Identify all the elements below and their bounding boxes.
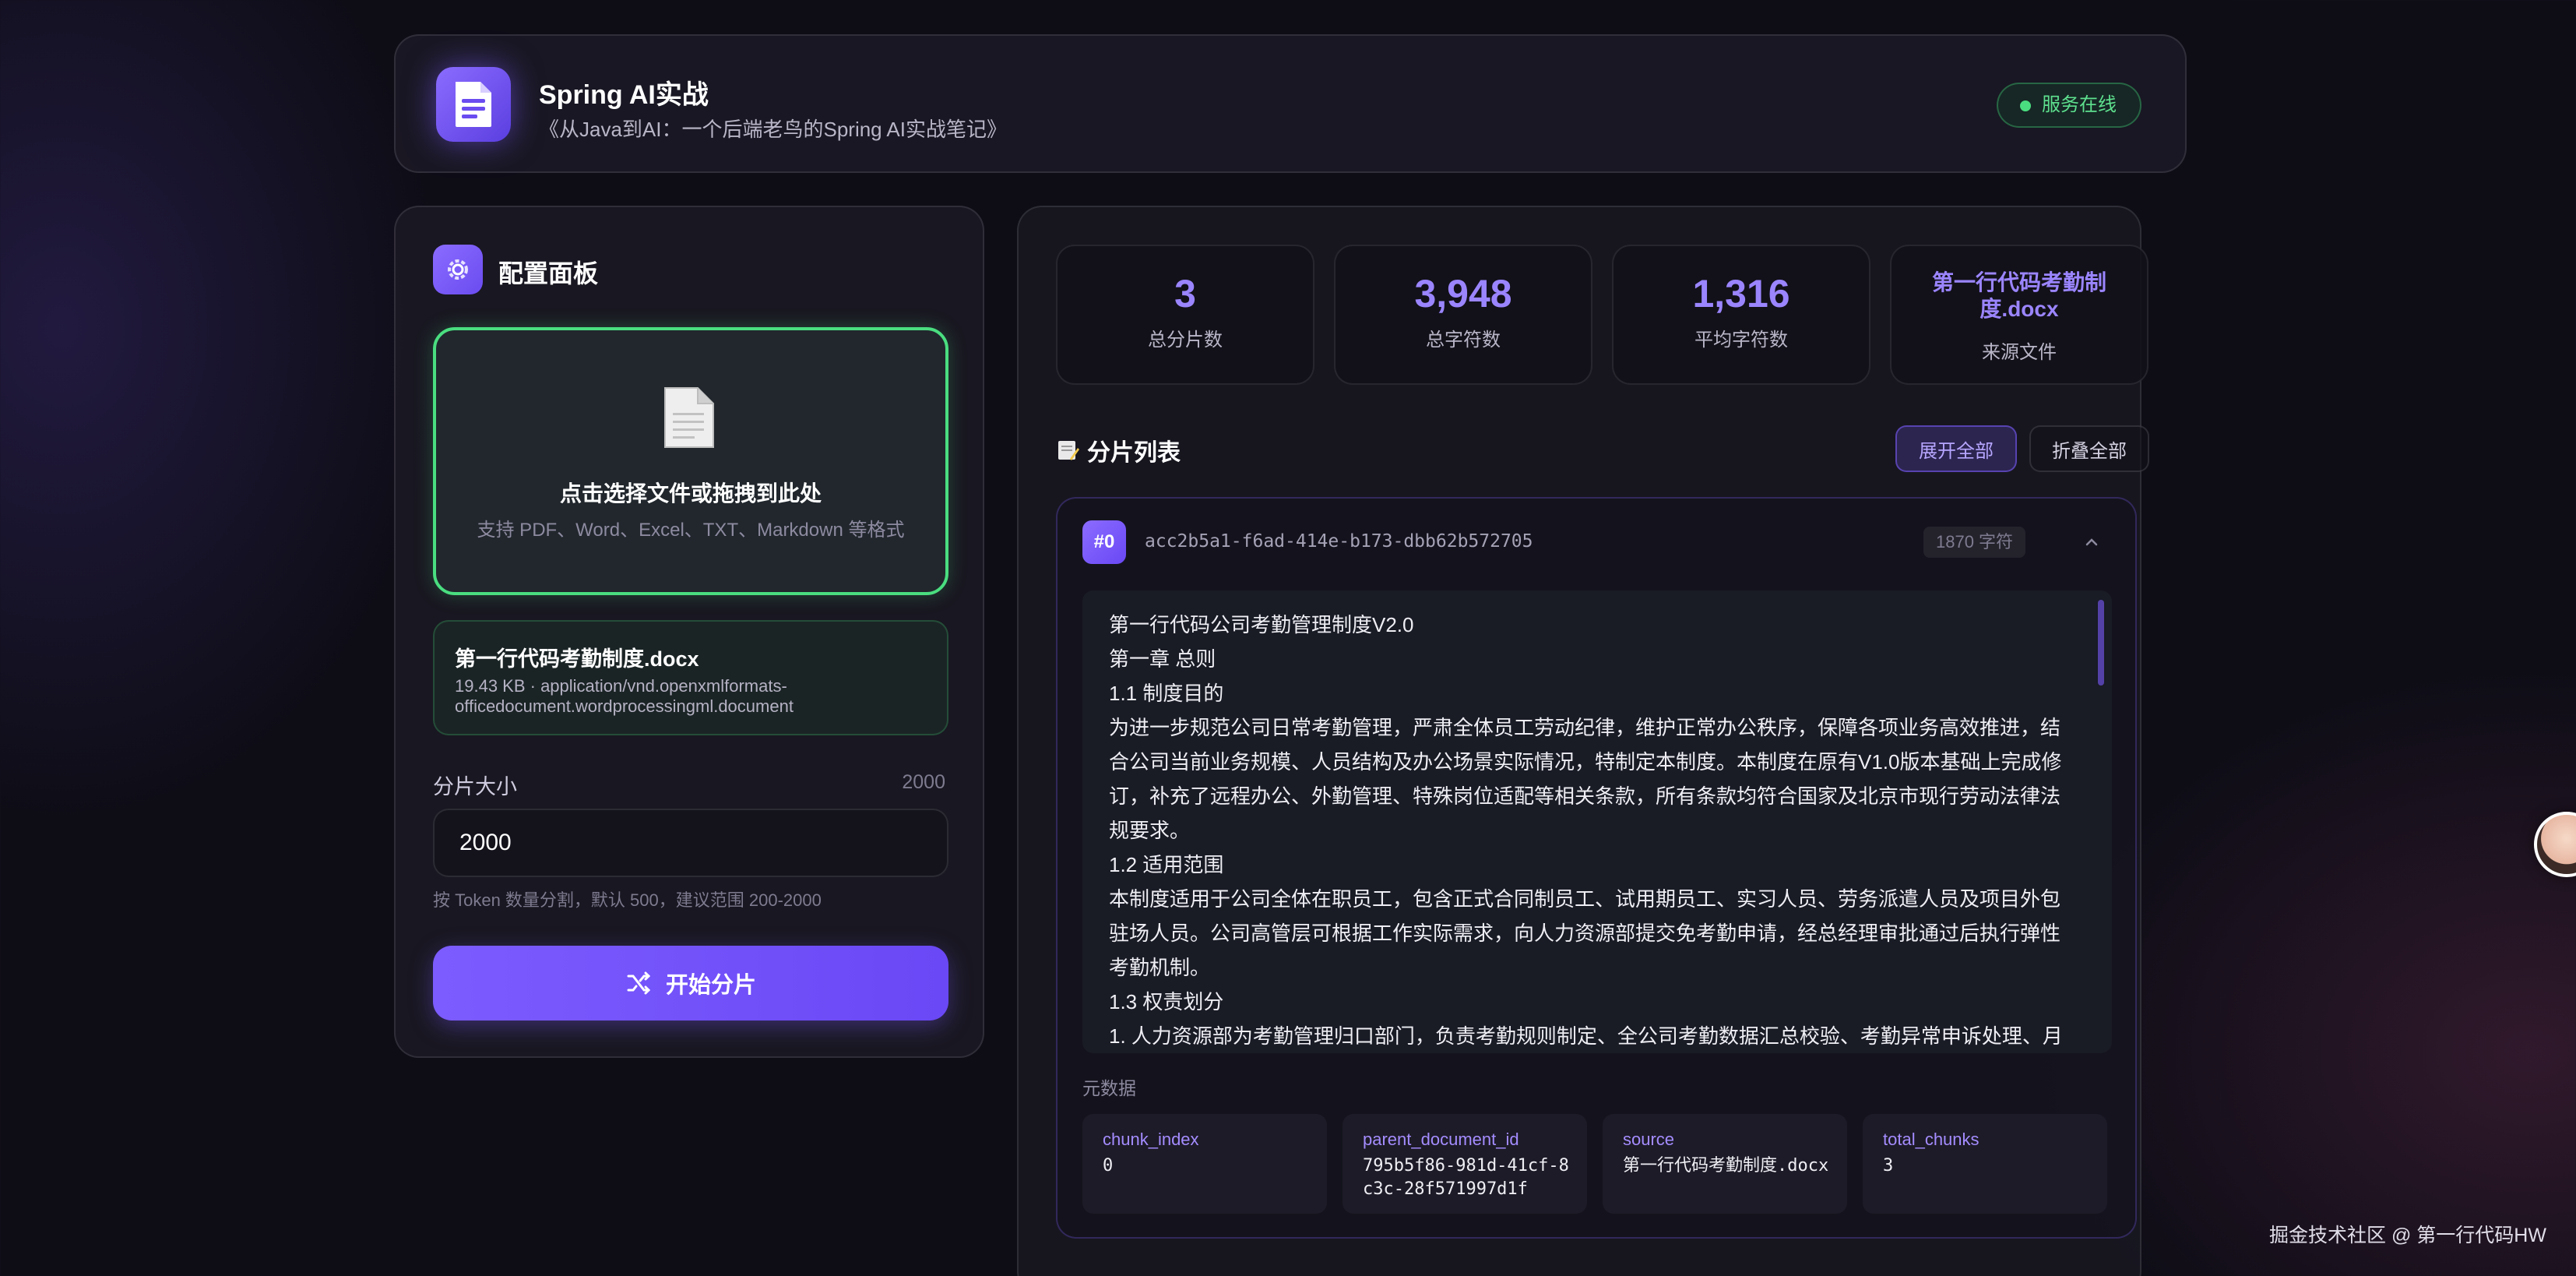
scrollbar-thumb[interactable] (2098, 600, 2104, 686)
stat-value: 3 (1174, 272, 1196, 315)
chunk-line: 订，补充了远程办公、外勤管理、特殊岗位适配等相关条款，所有条款均符合国家及北京市… (1109, 784, 2061, 808)
chunk-size-help: 按 Token 数量分割，默认 500，建议范围 200-2000 (433, 890, 822, 910)
app-header: Spring AI实战 《从Java到AI：一个后端老鸟的Spring AI实战… (394, 34, 2187, 173)
gear-icon (433, 245, 483, 294)
metadata-value: 3 (1883, 1156, 1894, 1176)
chunk-card: #0 acc2b5a1-f6ad-414e-b173-dbb62b572705 … (1056, 497, 2137, 1239)
stat-total-chars: 3,948 总字符数 (1334, 245, 1592, 385)
metadata-key: parent_document_id (1363, 1130, 1519, 1149)
collapse-all-button[interactable]: 折叠全部 (2029, 425, 2149, 472)
file-icon (664, 387, 714, 448)
result-panel: 3 总分片数 3,948 总字符数 1,316 平均字符数 第一行代码考勤制度.… (1017, 206, 2149, 1276)
chunk-line: 1. 人力资源部为考勤管理归口部门，负责考勤规则制定、全公司考勤数据汇总校验、考… (1109, 1024, 2063, 1048)
config-panel-title: 配置面板 (498, 259, 599, 287)
start-chunking-button[interactable]: 开始分片 (433, 946, 948, 1020)
metadata-value: 0 (1103, 1156, 1114, 1176)
chunk-line: 考勤机制。 (1109, 956, 1211, 979)
chunk-line: 驻场人员。公司高管层可根据工作实际需求，向人力资源部提交免考勤申请，经总经理审批… (1109, 922, 2061, 945)
shuffle-icon (627, 971, 651, 995)
status-text: 服务在线 (2042, 94, 2117, 115)
metadata-key: source (1623, 1130, 1675, 1149)
selected-file-meta: 19.43 KB · application/vnd.openxmlformat… (455, 676, 794, 716)
selected-file-name: 第一行代码考勤制度.docx (455, 647, 699, 671)
chevron-up-icon[interactable] (2082, 533, 2101, 552)
start-chunking-label: 开始分片 (665, 973, 756, 998)
metadata-item: total_chunks 3 (1863, 1114, 2107, 1214)
stat-label: 来源文件 (1982, 342, 2057, 363)
chunk-id: acc2b5a1-f6ad-414e-b173-dbb62b572705 (1145, 531, 1533, 552)
dropzone-hint: 支持 PDF、Word、Excel、TXT、Markdown 等格式 (477, 520, 905, 541)
service-status-badge: 服务在线 (1997, 83, 2141, 128)
config-panel: 配置面板 点击选择文件或拖拽到此处 支持 PDF、Word、Excel、TXT、… (394, 206, 984, 1058)
selected-file-card: 第一行代码考勤制度.docx 19.43 KB · application/vn… (433, 620, 948, 735)
file-dropzone[interactable]: 点击选择文件或拖拽到此处 支持 PDF、Word、Excel、TXT、Markd… (433, 327, 948, 595)
chunk-line: 为进一步规范公司日常考勤管理，严肃全体员工劳动纪律，维护正常办公秩序，保障各项业… (1109, 716, 2061, 739)
metadata-item: parent_document_id 795b5f86-981d-41cf-8c… (1343, 1114, 1587, 1214)
chunk-size-label: 分片大小 (433, 775, 517, 798)
chunk-line: 1.1 制度目的 (1109, 682, 1224, 705)
metadata-title: 元数据 (1082, 1078, 1136, 1098)
chunk-list-title: 分片列表 (1056, 433, 1181, 467)
chunk-size-input[interactable] (433, 809, 948, 877)
status-dot-icon (2020, 100, 2031, 111)
stat-value: 1,316 (1692, 272, 1790, 315)
metadata-item: chunk_index 0 (1082, 1114, 1327, 1214)
stat-value: 3,948 (1414, 272, 1512, 315)
chunk-line: 1.2 适用范围 (1109, 853, 1224, 876)
metadata-key: total_chunks (1883, 1130, 1980, 1149)
chunk-line: 本制度适用于公司全体在职员工，包含正式合同制员工、试用期员工、实习人员、劳务派遣… (1109, 887, 2061, 911)
app-title: Spring AI实战 (539, 80, 709, 110)
chunk-index-badge: #0 (1082, 520, 1126, 564)
chunk-list-title-text: 分片列表 (1087, 440, 1181, 466)
assistant-avatar[interactable] (2534, 812, 2576, 877)
chunk-line: 第一行代码公司考勤管理制度V2.0 (1109, 613, 1414, 636)
stat-total-chunks: 3 总分片数 (1056, 245, 1314, 385)
stat-value: 第一行代码考勤制度.docx (1931, 270, 2106, 321)
chunk-char-count: 1870 字符 (1923, 527, 2026, 558)
stat-source-file: 第一行代码考勤制度.docx 来源文件 (1890, 245, 2148, 385)
metadata-item: source 第一行代码考勤制度.docx (1603, 1114, 1847, 1214)
chunk-line: 合公司当前业务规模、人员结构及办公场景实际情况，特制定本制度。本制度在原有V1.… (1109, 750, 2062, 774)
stat-avg-chars: 1,316 平均字符数 (1612, 245, 1870, 385)
stat-label: 总分片数 (1148, 330, 1223, 351)
chunk-size-current: 2000 (902, 771, 945, 793)
chunk-content[interactable]: 第一行代码公司考勤管理制度V2.0 第一章 总则 1.1 制度目的 为进一步规范… (1082, 590, 2112, 1053)
metadata-value: 第一行代码考勤制度.docx (1623, 1156, 1829, 1176)
metadata-key: chunk_index (1103, 1130, 1199, 1149)
chunk-line: 规要求。 (1109, 819, 1191, 842)
app-subtitle: 《从Java到AI：一个后端老鸟的Spring AI实战笔记》 (539, 118, 1007, 141)
watermark: 掘金技术社区 @ 第一行代码HW (2269, 1225, 2546, 1246)
document-logo-icon (436, 67, 511, 142)
stat-label: 平均字符数 (1694, 330, 1788, 351)
chunk-line: 1.3 权责划分 (1109, 990, 1224, 1013)
chunk-line: 第一章 总则 (1109, 647, 1216, 671)
metadata-value: 795b5f86-981d-41cf-8c3c-28f571997d1f (1363, 1156, 1569, 1199)
dropzone-title: 点击选择文件或拖拽到此处 (559, 481, 822, 506)
stat-label: 总字符数 (1426, 330, 1501, 351)
memo-icon (1058, 441, 1079, 460)
expand-all-button[interactable]: 展开全部 (1895, 425, 2017, 472)
